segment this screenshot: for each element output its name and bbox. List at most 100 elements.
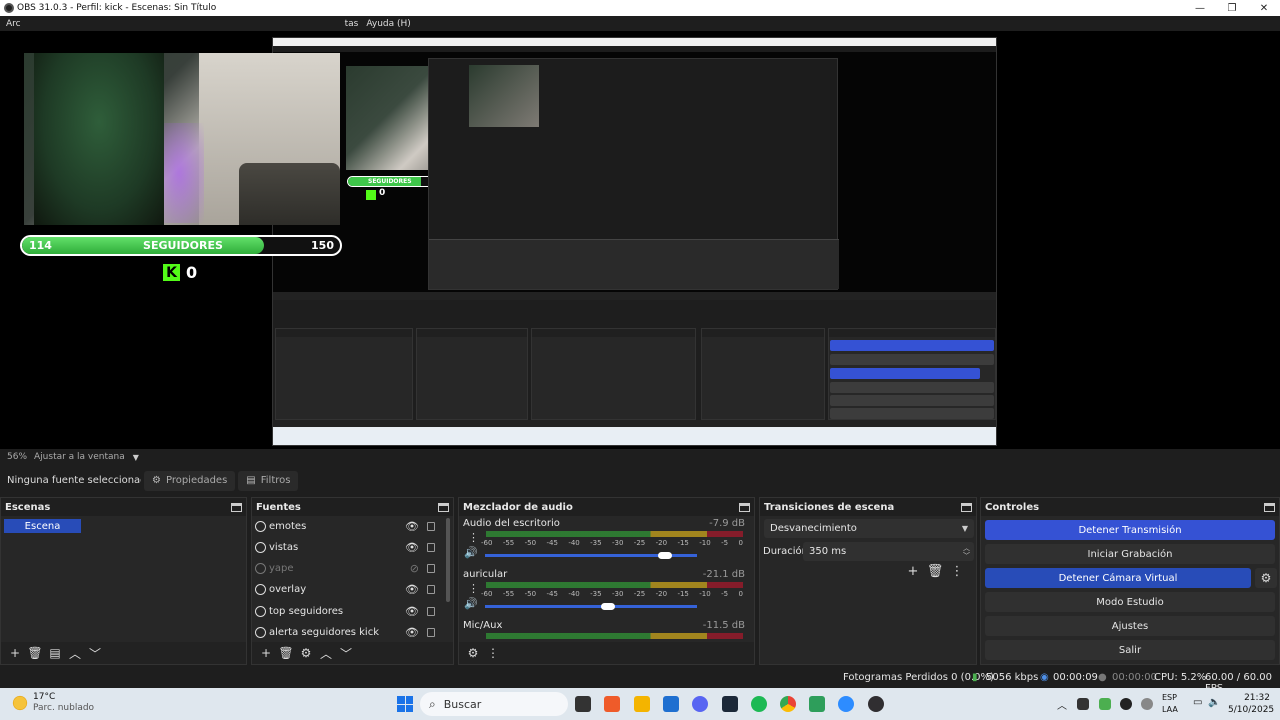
- record-time: 00:00:00: [1112, 672, 1157, 683]
- spotify-icon[interactable]: [751, 696, 767, 712]
- windows-start-icon[interactable]: [397, 696, 413, 712]
- undock-icon[interactable]: [231, 502, 242, 512]
- weather-widget[interactable]: 17°C Parc. nublado: [12, 692, 94, 714]
- kick-viewer-count: K 0: [163, 263, 197, 282]
- source-item[interactable]: top seguidores 👁: [255, 601, 443, 622]
- add-icon[interactable]: +: [5, 644, 25, 662]
- transition-select[interactable]: Desvanecimiento ▼: [764, 519, 974, 538]
- source-item[interactable]: yape ⊘: [255, 558, 443, 579]
- lock-icon[interactable]: [427, 628, 435, 637]
- speaker-icon[interactable]: 🔊: [464, 546, 478, 559]
- filter-icon[interactable]: ▤: [45, 644, 65, 662]
- source-type-icon: [255, 542, 266, 553]
- brave-icon[interactable]: [604, 696, 620, 712]
- menu-item-herramientas[interactable]: tas: [345, 19, 359, 29]
- monitor-icon[interactable]: ▭: [1193, 697, 1202, 708]
- kebab-menu-icon[interactable]: ⋮: [483, 644, 503, 662]
- file-explorer-icon[interactable]: [634, 696, 650, 712]
- duration-spinbox[interactable]: 350 ms ︿ ﹀: [803, 542, 974, 561]
- link-icon[interactable]: ⚙: [463, 644, 483, 662]
- scale-tick: -55: [502, 539, 515, 547]
- taskbar-search[interactable]: ⌕ Buscar: [420, 692, 568, 716]
- chevron-down-icon[interactable]: ▼: [133, 453, 139, 462]
- source-item[interactable]: overlay 👁: [255, 579, 443, 600]
- scene-item[interactable]: Escena: [4, 519, 81, 533]
- language-indicator[interactable]: ESP LAA: [1162, 692, 1178, 716]
- eye-icon[interactable]: 👁: [405, 520, 419, 533]
- start-recording-button[interactable]: Iniciar Grabación: [985, 544, 1275, 564]
- exit-button[interactable]: Salir: [985, 640, 1275, 660]
- volume-slider-handle[interactable]: [600, 603, 615, 610]
- menu-item-archivo[interactable]: Arc: [6, 19, 21, 29]
- lock-icon[interactable]: [427, 585, 435, 594]
- zoom-icon[interactable]: [838, 696, 854, 712]
- kebab-menu-icon[interactable]: ⋮: [468, 582, 479, 595]
- source-item[interactable]: alerta seguidores kick 👁: [255, 622, 443, 643]
- close-button[interactable]: ✕: [1248, 0, 1280, 16]
- eye-hidden-icon[interactable]: ⊘: [410, 562, 419, 575]
- filters-button[interactable]: ▤ Filtros: [238, 470, 299, 491]
- menu-item-ayuda[interactable]: Ayuda (H): [366, 19, 410, 29]
- volume-meter: [486, 582, 743, 588]
- kebab-menu-icon[interactable]: ⋮: [946, 564, 968, 579]
- add-icon[interactable]: +: [256, 644, 276, 662]
- chevron-up-icon[interactable]: ︿: [1057, 697, 1067, 712]
- volume-slider[interactable]: [485, 605, 697, 608]
- chevron-up-icon[interactable]: ︿: [65, 644, 85, 662]
- maximize-button[interactable]: ❐: [1216, 0, 1248, 16]
- kebab-menu-icon[interactable]: ⋮: [468, 531, 479, 544]
- source-item[interactable]: vistas 👁: [255, 537, 443, 558]
- add-icon[interactable]: +: [902, 564, 924, 579]
- store-icon[interactable]: [663, 696, 679, 712]
- chevron-down-icon[interactable]: ﹀: [85, 644, 105, 662]
- stop-streaming-button[interactable]: Detener Transmisión: [985, 520, 1275, 540]
- gear-icon[interactable]: ⚙: [296, 644, 316, 662]
- lock-icon[interactable]: [427, 564, 435, 573]
- minimize-button[interactable]: —: [1184, 0, 1216, 16]
- obs-icon[interactable]: [868, 696, 884, 712]
- scrollbar[interactable]: [446, 518, 450, 602]
- spin-arrows-icon[interactable]: ︿ ﹀: [963, 544, 970, 560]
- properties-button[interactable]: ⚙ Propiedades: [144, 470, 236, 491]
- volume-icon[interactable]: 🔈: [1208, 697, 1220, 708]
- settings-button[interactable]: Ajustes: [985, 616, 1275, 636]
- source-type-icon: [255, 563, 266, 574]
- undock-icon[interactable]: [961, 502, 972, 512]
- source-item[interactable]: emotes 👁: [255, 516, 443, 537]
- trash-icon[interactable]: 🗑: [276, 644, 296, 662]
- task-view-icon[interactable]: [575, 696, 591, 712]
- chevron-up-icon[interactable]: ︿: [316, 644, 336, 662]
- discord-icon[interactable]: [692, 696, 708, 712]
- eye-icon[interactable]: 👁: [405, 583, 419, 596]
- eye-icon[interactable]: 👁: [405, 626, 419, 639]
- scale-tick: -5: [721, 539, 729, 547]
- tray-app-icon[interactable]: [1077, 698, 1089, 710]
- chrome-icon[interactable]: [780, 696, 796, 712]
- lock-icon[interactable]: [427, 543, 435, 552]
- lock-icon[interactable]: [427, 522, 435, 531]
- fit-window-label[interactable]: Ajustar a la ventana: [34, 452, 125, 462]
- trash-icon[interactable]: 🗑: [25, 644, 45, 662]
- preview-canvas[interactable]: SEGUIDORES 150 0: [0, 31, 1280, 449]
- stop-virtual-camera-button[interactable]: Detener Cámara Virtual: [985, 568, 1251, 588]
- volume-slider-handle[interactable]: [658, 552, 673, 559]
- clock[interactable]: 21:32 5/10/2025: [1228, 692, 1274, 716]
- chevron-down-icon[interactable]: ﹀: [336, 644, 356, 662]
- zoom-bar: 56% Ajustar a la ventana ▼: [0, 449, 1280, 465]
- lock-icon[interactable]: [427, 607, 435, 616]
- transitions-header: Transiciones de escena: [760, 498, 976, 516]
- eye-icon[interactable]: 👁: [405, 541, 419, 554]
- virtual-camera-settings-button[interactable]: ⚙: [1255, 568, 1277, 588]
- undock-icon[interactable]: [1264, 502, 1275, 512]
- undock-icon[interactable]: [739, 502, 750, 512]
- steam-tray-icon[interactable]: [1120, 698, 1132, 710]
- steam-icon[interactable]: [722, 696, 738, 712]
- notepad-icon[interactable]: [809, 696, 825, 712]
- studio-mode-button[interactable]: Modo Estudio: [985, 592, 1275, 612]
- tray-app-icon[interactable]: [1099, 698, 1111, 710]
- speaker-icon[interactable]: 🔊: [464, 597, 478, 610]
- tray-app-icon[interactable]: [1141, 698, 1153, 710]
- undock-icon[interactable]: [438, 502, 449, 512]
- eye-icon[interactable]: 👁: [405, 605, 419, 618]
- trash-icon[interactable]: 🗑: [924, 564, 946, 579]
